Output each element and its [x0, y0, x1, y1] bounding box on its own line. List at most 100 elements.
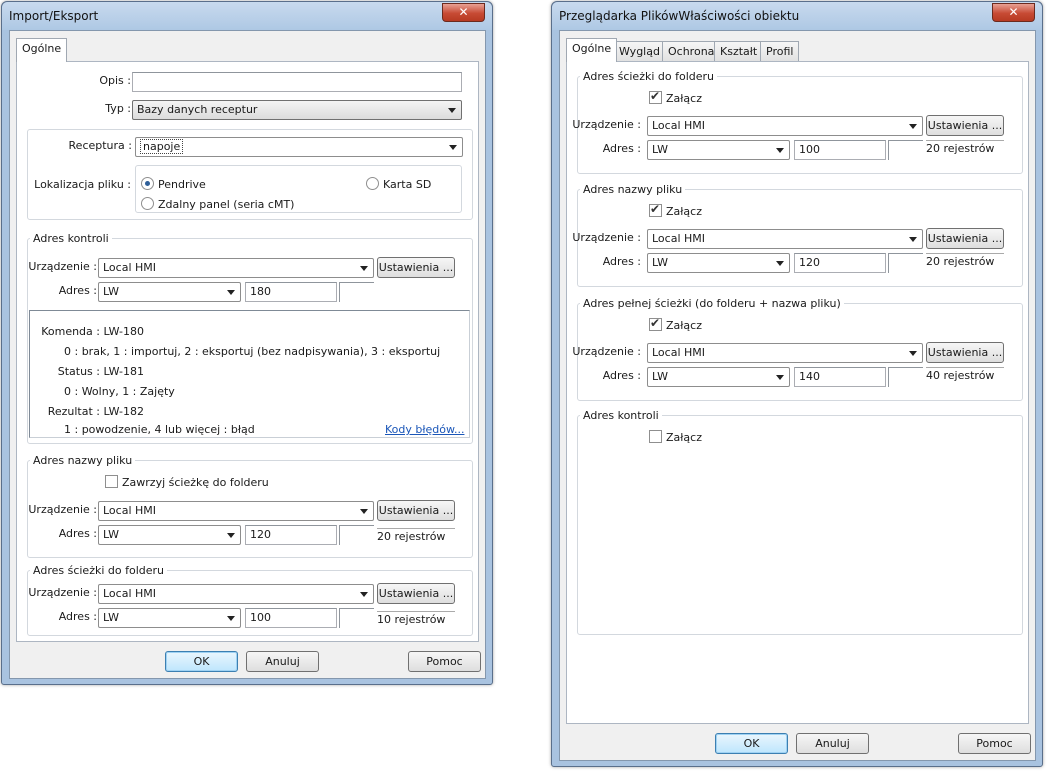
adres-type-value: LW: [103, 528, 119, 541]
file-browser-properties-dialog: Przeglądarka PlikówWłaściwości obiektu ✕…: [551, 1, 1043, 767]
komenda-text: Komenda : LW-180: [41, 325, 144, 338]
title-bar[interactable]: Import/Eksport ✕: [2, 2, 492, 30]
adres-type-select[interactable]: LW: [98, 525, 241, 545]
adres-kontroli-group: [577, 415, 1023, 635]
urzadzenie-select[interactable]: Local HMI: [98, 258, 374, 278]
close-button[interactable]: ✕: [442, 3, 485, 22]
tab-ksztalt[interactable]: Kształt: [714, 41, 764, 62]
adres-input[interactable]: 100: [245, 608, 337, 628]
adres-type-select[interactable]: LW: [647, 140, 790, 160]
dialog-content: Ogólne Wygląd Ochrona Kształt Profil Adr…: [559, 30, 1036, 761]
ustawienia-button[interactable]: Ustawienia ...: [926, 228, 1004, 249]
adres-type-select[interactable]: LW: [98, 608, 241, 628]
pendrive-label: Pendrive: [158, 178, 206, 191]
urzadzenie-select[interactable]: Local HMI: [647, 229, 923, 249]
ustawienia-button[interactable]: Ustawienia ...: [926, 115, 1004, 136]
adres-input[interactable]: 100: [794, 140, 886, 160]
adres-type-value: LW: [652, 143, 668, 156]
adres-label: Adres :: [602, 255, 641, 268]
zawrzyj-label: Zawrzyj ścieżkę do folderu: [122, 476, 269, 489]
ustawienia-button[interactable]: Ustawienia ...: [926, 342, 1004, 363]
adres-type-select[interactable]: LW: [98, 282, 241, 302]
zalacz-checkbox[interactable]: ✔: [649, 202, 662, 217]
zalacz-checkbox[interactable]: [649, 430, 662, 443]
anuluj-button[interactable]: Anuluj: [246, 651, 319, 672]
adres-suffix-box: [339, 525, 374, 545]
tab-ochrona[interactable]: Ochrona: [662, 41, 721, 62]
zdalny-panel-label: Zdalny panel (seria cMT): [158, 198, 295, 211]
adres-label: Adres :: [58, 527, 97, 540]
zalacz-label: Załącz: [666, 431, 702, 444]
urzadzenie-select[interactable]: Local HMI: [98, 584, 374, 604]
kody-bledow-link[interactable]: Kody błędów...: [385, 423, 464, 436]
anuluj-button[interactable]: Anuluj: [796, 733, 869, 754]
adres-label: Adres :: [58, 284, 97, 297]
karta-sd-radio[interactable]: [366, 177, 379, 190]
urzadzenie-label: Urządzenie :: [572, 345, 641, 358]
window-title: Przeglądarka PlikówWłaściwości obiektu: [559, 9, 800, 23]
urzadzenie-select[interactable]: Local HMI: [647, 343, 923, 363]
adres-input[interactable]: 140: [794, 367, 886, 387]
chevron-down-icon: [909, 237, 917, 242]
opis-label: Opis :: [99, 74, 131, 87]
close-button[interactable]: ✕: [992, 3, 1035, 22]
checkmark-icon: ✔: [650, 202, 661, 216]
chevron-down-icon: [227, 533, 235, 538]
chevron-down-icon: [776, 261, 784, 266]
adres-input[interactable]: 120: [794, 253, 886, 273]
typ-select[interactable]: Bazy danych receptur: [132, 100, 462, 120]
adres-suffix-box: [339, 608, 374, 628]
ustawienia-button[interactable]: Ustawienia ...: [377, 257, 455, 278]
zalacz-checkbox[interactable]: ✔: [649, 316, 662, 331]
status-desc: 0 : Wolny, 1 : Zajęty: [64, 385, 175, 398]
chevron-down-icon: [227, 290, 235, 295]
adres-input[interactable]: 120: [245, 525, 337, 545]
receptura-label: Receptura :: [68, 139, 132, 152]
adres-suffix-box: [339, 282, 374, 302]
urzadzenie-label: Urządzenie :: [28, 503, 97, 516]
pomoc-button[interactable]: Pomoc: [408, 651, 481, 672]
zalacz-label: Załącz: [666, 205, 702, 218]
urzadzenie-select[interactable]: Local HMI: [647, 116, 923, 136]
zawrzyj-checkbox[interactable]: [105, 475, 118, 488]
ustawienia-button[interactable]: Ustawienia ...: [377, 583, 455, 604]
receptura-select[interactable]: napoje: [135, 137, 463, 157]
typ-label: Typ :: [105, 102, 131, 115]
adres-suffix-box: [888, 253, 923, 273]
window-title: Import/Eksport: [9, 9, 99, 23]
zdalny-panel-radio[interactable]: [141, 197, 154, 210]
ok-button[interactable]: OK: [715, 733, 788, 754]
ok-button[interactable]: OK: [165, 651, 238, 672]
urzadzenie-label: Urządzenie :: [572, 118, 641, 131]
zalacz-checkbox[interactable]: ✔: [649, 89, 662, 104]
chevron-down-icon: [448, 108, 456, 113]
tab-profil[interactable]: Profil: [760, 41, 800, 62]
urzadzenie-label: Urządzenie :: [28, 260, 97, 273]
opis-input[interactable]: [132, 72, 462, 92]
adres-kontroli-title: Adres kontroli: [580, 409, 662, 422]
adres-type-select[interactable]: LW: [647, 367, 790, 387]
tab-panel: Adres ścieżki do folderu ✔ Załącz Urządz…: [566, 61, 1029, 724]
adres-label: Adres :: [58, 610, 97, 623]
checkmark-icon: ✔: [650, 316, 661, 330]
pomoc-button[interactable]: Pomoc: [958, 733, 1031, 754]
urzadzenie-select[interactable]: Local HMI: [98, 501, 374, 521]
rejestrow-text: 20 rejestrów: [377, 528, 455, 543]
chevron-down-icon: [360, 266, 368, 271]
rezultat-desc: 1 : powodzenie, 4 lub więcej : błąd: [64, 423, 255, 436]
rejestrow-text: 20 rejestrów: [926, 253, 1004, 268]
radio-dot-icon: [145, 181, 150, 186]
import-export-dialog: Import/Eksport ✕ Ogólne Opis : Typ : Baz…: [1, 1, 493, 685]
chevron-down-icon: [360, 592, 368, 597]
tab-wyglad[interactable]: Wygląd: [613, 41, 666, 62]
tab-ogolne[interactable]: Ogólne: [566, 38, 618, 62]
adres-type-select[interactable]: LW: [647, 253, 790, 273]
adres-input[interactable]: 180: [245, 282, 337, 302]
adres-type-value: LW: [652, 370, 668, 383]
chevron-down-icon: [449, 145, 457, 150]
chevron-down-icon: [776, 375, 784, 380]
pendrive-radio[interactable]: [141, 177, 154, 190]
ustawienia-button[interactable]: Ustawienia ...: [377, 500, 455, 521]
title-bar[interactable]: Przeglądarka PlikówWłaściwości obiektu ✕: [552, 2, 1042, 30]
tab-ogolne[interactable]: Ogólne: [16, 38, 68, 62]
